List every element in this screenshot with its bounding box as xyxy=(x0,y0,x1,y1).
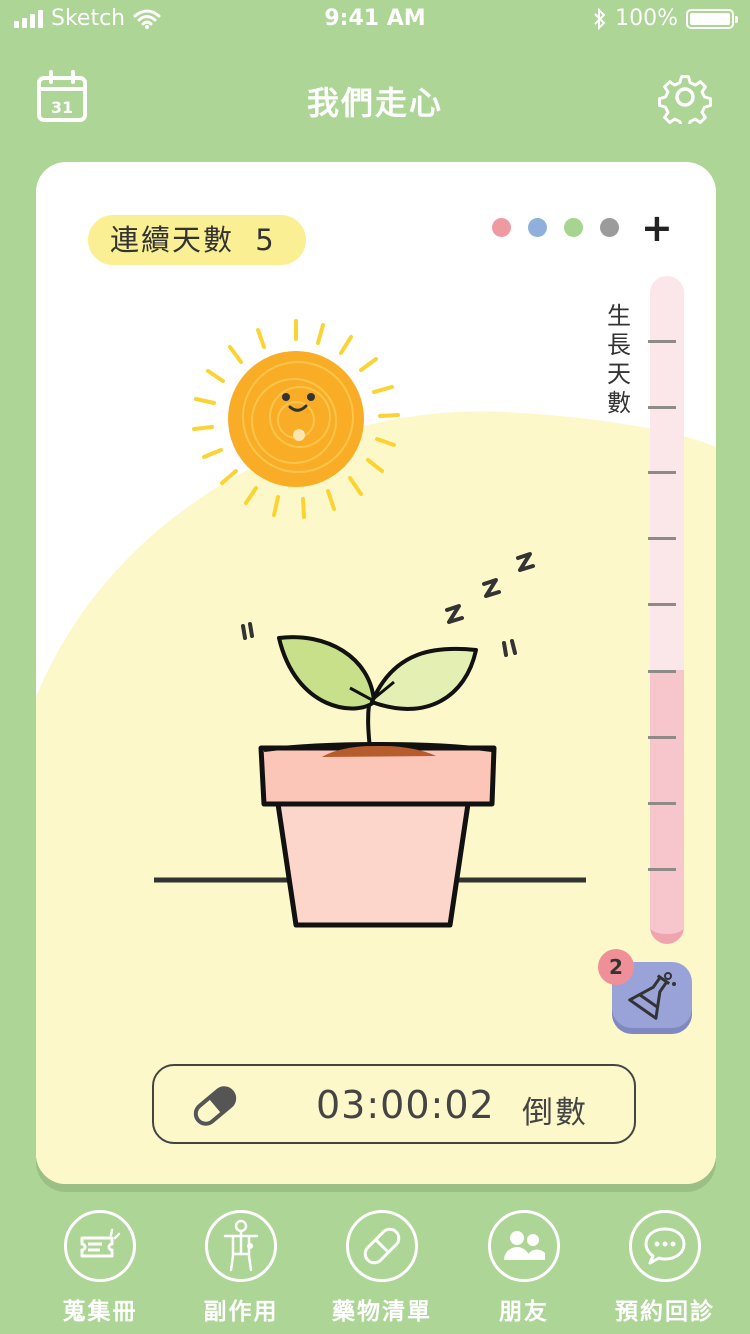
plant-illustration xyxy=(154,552,586,928)
tab-collection-label: 蒐集冊 xyxy=(62,1299,138,1325)
friends-icon xyxy=(504,1231,545,1260)
tab-appointment-label: 預約回診 xyxy=(615,1299,715,1325)
color-dot-green[interactable] xyxy=(564,218,583,237)
gauge-tick xyxy=(648,537,676,540)
tab-friends-label: 朋友 xyxy=(499,1299,549,1325)
gauge-tick xyxy=(648,736,676,739)
growth-label: 生長天數 xyxy=(607,302,631,417)
potion-count-badge: 2 xyxy=(598,949,634,985)
countdown-timer[interactable]: 03:00:02 倒數 xyxy=(152,1064,636,1144)
pill-icon xyxy=(363,1227,401,1265)
plant-card: 連續天數 5 + 生長天數 2 03:00:02 倒數 xyxy=(36,162,716,1184)
gear-icon xyxy=(658,75,712,130)
gauge-tick xyxy=(648,802,676,805)
page-title: 我們走心 xyxy=(306,84,443,122)
tab-appointment[interactable]: 預約回診 xyxy=(600,1210,730,1326)
tab-side-effects[interactable]: 副作用 xyxy=(176,1210,306,1326)
gauge-tick xyxy=(648,406,676,409)
streak-value: 5 xyxy=(255,223,276,257)
gauge-tick xyxy=(648,868,676,871)
gauge-tick xyxy=(648,471,676,474)
growth-gauge-fill xyxy=(650,670,684,944)
tab-medication-list[interactable]: 藥物清單 xyxy=(317,1210,447,1326)
tab-side-effects-circle xyxy=(205,1210,277,1282)
color-dot-gray[interactable] xyxy=(600,218,619,237)
gauge-tick xyxy=(648,340,676,343)
tab-appointment-circle xyxy=(629,1210,701,1282)
color-dot-pink[interactable] xyxy=(492,218,511,237)
tab-medication-list-circle xyxy=(346,1210,418,1282)
status-right: 100% xyxy=(593,6,738,31)
tab-collection-circle xyxy=(64,1210,136,1282)
chat-bubble-icon xyxy=(644,1227,686,1265)
timer-time: 03:00:02 xyxy=(316,1083,495,1127)
person-body-icon xyxy=(223,1219,259,1272)
settings-button[interactable] xyxy=(658,70,714,130)
ticket-icon xyxy=(80,1228,121,1258)
tab-medication-list-label: 藥物清單 xyxy=(332,1299,432,1325)
battery-percent: 100% xyxy=(615,6,678,31)
tab-friends[interactable]: 朋友 xyxy=(459,1210,589,1326)
bluetooth-icon xyxy=(594,7,606,30)
color-dot-blue[interactable] xyxy=(528,218,547,237)
streak-label: 連續天數 xyxy=(110,223,235,257)
battery-icon xyxy=(686,8,738,29)
streak-badge: 連續天數 5 xyxy=(88,215,306,265)
timer-label: 倒數 xyxy=(522,1095,588,1131)
pill-icon xyxy=(193,1086,237,1126)
sun-illustration xyxy=(192,319,400,519)
gauge-tick xyxy=(648,670,676,673)
color-picker xyxy=(492,218,619,237)
status-bar: Sketch 9:41 AM 100% xyxy=(0,0,750,40)
nav-bar: 31 我們走心 xyxy=(0,60,750,136)
growth-gauge xyxy=(650,276,684,944)
tab-collection[interactable]: 蒐集冊 xyxy=(35,1210,165,1326)
gauge-tick xyxy=(648,603,676,606)
add-button[interactable]: + xyxy=(641,206,673,250)
tab-friends-circle xyxy=(488,1210,560,1282)
tab-side-effects-label: 副作用 xyxy=(203,1299,279,1325)
